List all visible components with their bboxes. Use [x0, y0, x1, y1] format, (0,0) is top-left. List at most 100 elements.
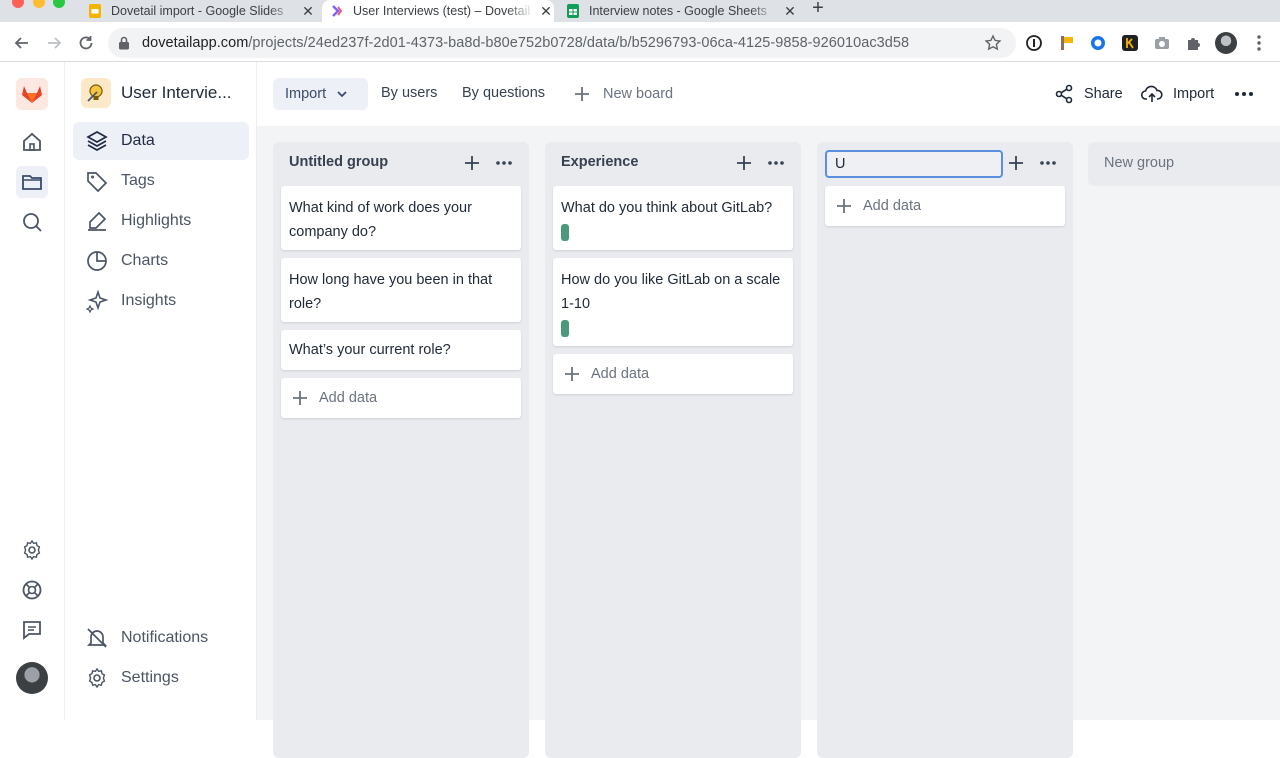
tab-title: User Interviews (test) – Dovetail — [353, 4, 531, 18]
url-host: dovetailapp.com — [142, 35, 249, 51]
add-data-button[interactable]: Add data — [553, 354, 793, 394]
plus-icon — [837, 199, 851, 213]
group-title[interactable]: Experience — [561, 154, 638, 170]
folder-icon — [22, 175, 42, 190]
circle-extension-icon[interactable] — [1089, 34, 1107, 52]
data-card[interactable]: How do you like GitLab on a scale 1-10 — [553, 258, 793, 346]
card-text: What’s your current role? — [289, 342, 451, 358]
google-slides-icon — [89, 4, 101, 18]
sidebar-item-data[interactable]: Data — [73, 122, 249, 160]
sidebar-item-tags[interactable]: Tags — [73, 162, 249, 200]
google-sheets-icon — [567, 4, 579, 18]
icon-rail — [0, 62, 65, 720]
camera-extension-icon[interactable] — [1153, 34, 1171, 52]
sidebar-item-charts[interactable]: Charts — [73, 242, 249, 280]
import-dropdown-button[interactable]: Import — [273, 78, 368, 110]
sidebar-item-label: Tags — [121, 172, 155, 189]
lock-icon — [119, 36, 129, 50]
view-by-questions[interactable]: By questions — [462, 85, 545, 101]
tab-close-icon[interactable]: ✕ — [782, 3, 798, 19]
group-more-icon[interactable] — [495, 155, 513, 171]
highlighter-icon — [85, 209, 109, 233]
dovetail-app: User Intervie... Data Tags Highlights Ch… — [0, 62, 1280, 758]
browser-tab-sheets[interactable]: Interview notes - Google Sheets ✕ — [566, 0, 798, 22]
home-icon — [23, 132, 41, 151]
import-label: Import — [1173, 86, 1215, 102]
rail-feedback[interactable] — [16, 614, 48, 646]
browser-tab-strip: Dovetail import - Google Slides ✕ User I… — [0, 0, 1280, 22]
add-card-icon[interactable] — [463, 154, 481, 172]
import-button[interactable]: Import — [1141, 78, 1214, 110]
reload-icon[interactable] — [76, 33, 96, 53]
add-data-button[interactable]: Add data — [281, 378, 521, 418]
plus-icon — [575, 87, 589, 101]
data-card[interactable]: What do you think about GitLab? — [553, 186, 793, 250]
add-card-icon[interactable] — [1007, 154, 1025, 172]
browser-tab-slides[interactable]: Dovetail import - Google Slides ✕ — [88, 0, 316, 22]
browser-menu-icon[interactable] — [1250, 34, 1268, 52]
window-zoom-button[interactable] — [53, 0, 65, 8]
new-group-button[interactable]: New group — [1088, 142, 1280, 186]
rail-search[interactable] — [16, 206, 48, 238]
project-header[interactable]: User Intervie... — [81, 78, 232, 108]
group-title-input[interactable] — [825, 150, 1003, 178]
tab-close-icon[interactable]: ✕ — [538, 3, 554, 19]
flag-extension-icon[interactable] — [1058, 34, 1076, 52]
forward-icon[interactable] — [44, 33, 64, 53]
group-more-icon[interactable] — [1039, 155, 1057, 171]
sidebar-item-settings[interactable]: Settings — [73, 659, 249, 697]
plus-icon — [565, 367, 579, 381]
rail-projects[interactable] — [16, 166, 48, 198]
profile-avatar[interactable] — [1215, 32, 1237, 54]
share-icon — [1055, 84, 1073, 104]
group-more-icon[interactable] — [767, 155, 785, 171]
new-board-button[interactable]: New board — [573, 78, 673, 110]
address-bar[interactable]: dovetailapp.com/projects/24ed237f-2d01-4… — [108, 28, 1016, 58]
add-data-button[interactable]: Add data — [825, 186, 1065, 226]
data-card[interactable]: How long have you been in that role? — [281, 258, 521, 322]
card-text: What do you think about GitLab? — [561, 200, 773, 216]
bookmark-star-icon[interactable] — [984, 34, 1002, 52]
group-title[interactable]: Untitled group — [289, 154, 388, 170]
sidebar-item-label: Settings — [121, 669, 179, 686]
new-group-label: New group — [1104, 155, 1175, 171]
data-card[interactable]: What kind of work does your company do? — [281, 186, 521, 250]
lifebuoy-icon — [22, 580, 42, 600]
puzzle-extension-icon[interactable] — [1185, 34, 1203, 52]
tab-title: Interview notes - Google Sheets — [589, 4, 767, 18]
k-extension-icon[interactable] — [1121, 34, 1139, 52]
rail-home[interactable] — [16, 126, 48, 158]
sidebar-item-insights[interactable]: Insights — [73, 282, 249, 320]
new-tab-button[interactable]: + — [808, 0, 828, 18]
back-icon[interactable] — [12, 33, 32, 53]
tag-indicator — [561, 320, 569, 337]
project-name: User Intervie... — [121, 83, 232, 102]
data-card[interactable]: What’s your current role? — [281, 330, 521, 370]
user-avatar[interactable] — [16, 662, 48, 694]
search-icon — [23, 213, 42, 232]
sidebar-item-notifications[interactable]: Notifications — [73, 619, 249, 657]
info-extension-icon[interactable] — [1025, 34, 1043, 52]
tab-close-icon[interactable]: ✕ — [300, 3, 316, 19]
browser-tab-dovetail[interactable]: User Interviews (test) – Dovetail ✕ — [322, 0, 554, 22]
more-options-icon[interactable] — [1234, 91, 1254, 97]
gitlab-logo[interactable] — [16, 78, 48, 110]
group-column: Add data — [817, 142, 1073, 758]
add-card-icon[interactable] — [735, 154, 753, 172]
add-data-label: Add data — [863, 198, 922, 214]
plus-icon — [293, 391, 307, 405]
view-by-users[interactable]: By users — [381, 85, 437, 101]
share-button[interactable]: Share — [1054, 78, 1123, 110]
project-sidebar: User Intervie... Data Tags Highlights Ch… — [65, 62, 257, 720]
sidebar-item-label: Charts — [121, 252, 169, 269]
layers-icon — [85, 129, 109, 153]
add-data-label: Add data — [319, 390, 378, 406]
group-column: Untitled group What kind of work does yo… — [273, 142, 529, 758]
rail-help[interactable] — [16, 574, 48, 606]
window-minimize-button[interactable] — [33, 0, 45, 8]
rail-settings[interactable] — [16, 534, 48, 566]
window-close-button[interactable] — [12, 0, 24, 8]
tag-icon — [85, 169, 109, 193]
sidebar-item-highlights[interactable]: Highlights — [73, 202, 249, 240]
share-label: Share — [1084, 86, 1123, 102]
